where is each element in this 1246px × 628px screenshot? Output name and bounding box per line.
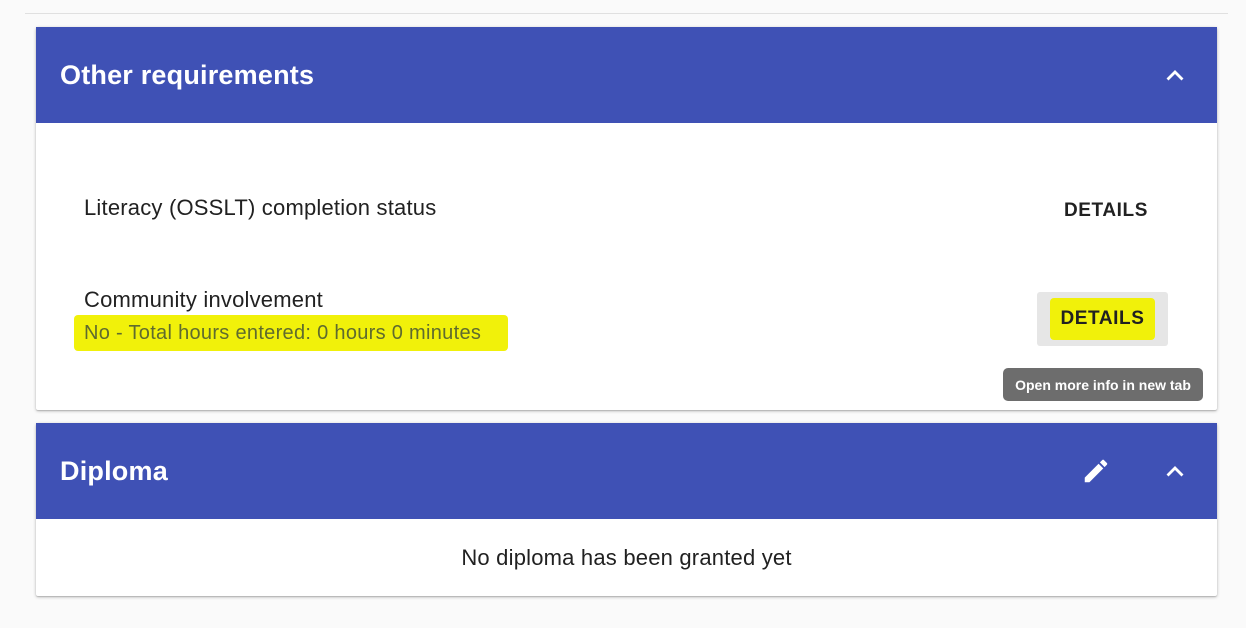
tooltip: Open more info in new tab xyxy=(1003,368,1203,401)
edit-diploma-button[interactable] xyxy=(1076,451,1116,491)
diploma-body: No diploma has been granted yet xyxy=(36,519,1217,596)
literacy-details-button[interactable]: DETAILS xyxy=(1051,193,1161,229)
chevron-up-icon xyxy=(1166,70,1184,81)
diploma-message: No diploma has been granted yet xyxy=(461,544,792,570)
community-status: No - Total hours entered: 0 hours 0 minu… xyxy=(74,315,508,351)
collapse-diploma-button[interactable] xyxy=(1155,451,1195,491)
chevron-up-icon xyxy=(1166,466,1184,477)
community-details-button[interactable]: DETAILS xyxy=(1037,292,1168,346)
other-requirements-header[interactable]: Other requirements xyxy=(36,27,1217,123)
literacy-label: Literacy (OSSLT) completion status xyxy=(84,195,437,220)
diploma-title: Diploma xyxy=(60,455,168,486)
community-label: Community involvement xyxy=(84,287,323,312)
collapse-other-requirements-button[interactable] xyxy=(1155,55,1195,95)
divider xyxy=(25,13,1228,14)
other-requirements-card: Other requirements Literacy (OSSLT) comp… xyxy=(36,27,1217,410)
community-details-label: DETAILS xyxy=(1050,298,1155,340)
diploma-card: Diploma No diploma has been granted yet xyxy=(36,423,1217,596)
other-requirements-body: Literacy (OSSLT) completion status DETAI… xyxy=(36,123,1217,410)
other-requirements-title: Other requirements xyxy=(60,59,315,90)
page: Other requirements Literacy (OSSLT) comp… xyxy=(0,0,1246,628)
pencil-icon xyxy=(1084,459,1108,483)
diploma-header[interactable]: Diploma xyxy=(36,423,1217,519)
